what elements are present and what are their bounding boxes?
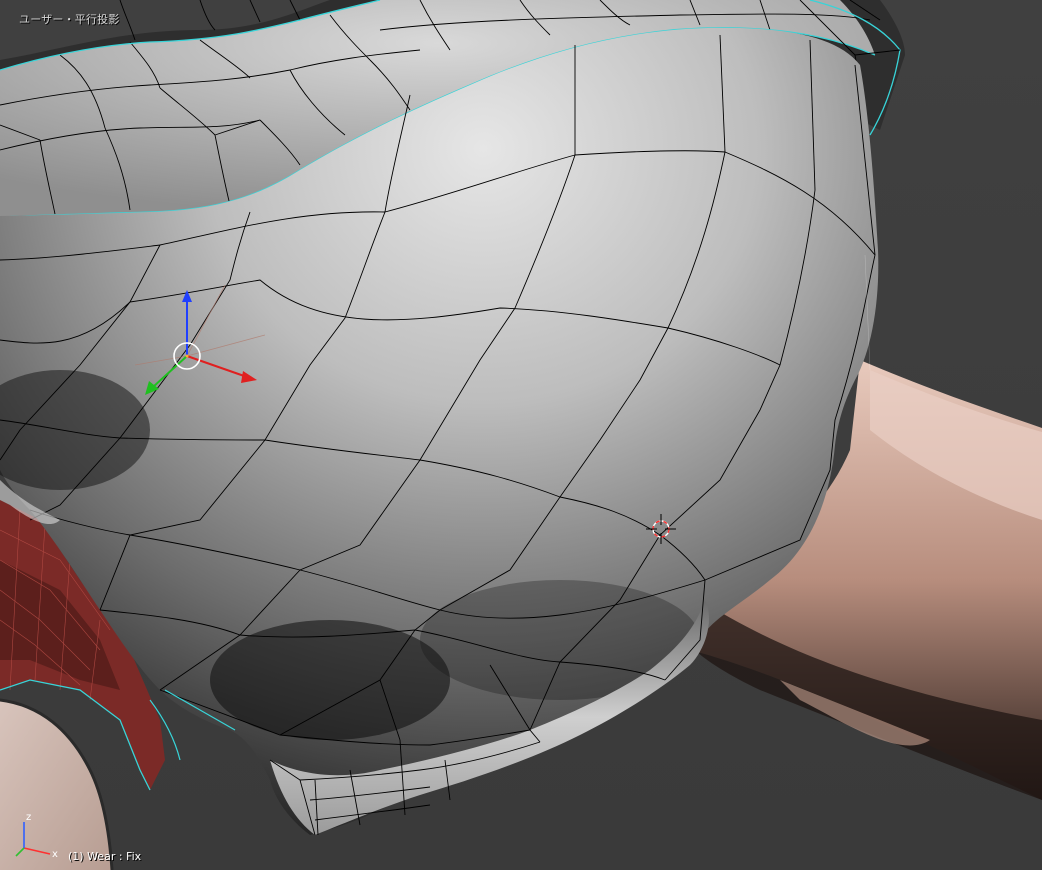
- view-axes-widget: x z: [15, 812, 58, 860]
- 3d-viewport[interactable]: x z ユーザー・平行投影 (1) Wear : Fix: [0, 0, 1042, 870]
- axis-z-label: z: [26, 812, 31, 823]
- transform-gizmo[interactable]: [135, 285, 265, 405]
- view-projection-label: ユーザー・平行投影: [19, 13, 120, 26]
- mesh-scene[interactable]: [0, 0, 1042, 870]
- axis-x-label: x: [52, 849, 58, 860]
- z-axis-arrow[interactable]: [182, 290, 192, 356]
- x-axis-arrow[interactable]: [186, 355, 257, 383]
- active-object-label: (1) Wear : Fix: [68, 850, 142, 863]
- 3d-cursor-icon[interactable]: [646, 514, 676, 544]
